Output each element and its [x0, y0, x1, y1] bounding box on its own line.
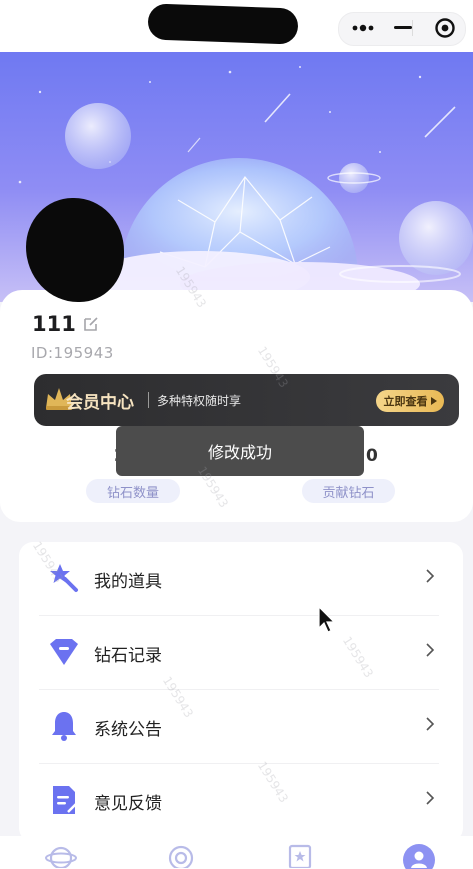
contributed-diamond-label[interactable]: 贡献钻石 [302, 479, 395, 503]
success-toast: 修改成功 [116, 426, 364, 476]
menu-item-my-props[interactable]: 我的道具 [19, 542, 463, 616]
contributed-diamond-value: 0 [366, 446, 378, 466]
diamond-count-label[interactable]: 钻石数量 [86, 479, 180, 503]
menu-label-feedback: 意见反馈 [94, 794, 162, 814]
menu-label-announcements: 系统公告 [94, 720, 162, 740]
tab-planet-icon[interactable] [44, 842, 78, 869]
magic-wand-icon [48, 562, 80, 594]
chevron-right-icon [425, 790, 435, 810]
feedback-document-icon [48, 784, 80, 816]
edit-name-icon[interactable] [82, 315, 100, 337]
vip-divider [148, 392, 149, 408]
menu-item-feedback[interactable]: 意见反馈 [19, 764, 463, 838]
vip-title: 会员中心 [66, 393, 134, 413]
tab-orbit-icon[interactable] [164, 842, 198, 869]
diamond-icon [48, 636, 80, 668]
more-icon[interactable] [346, 12, 380, 44]
vip-subtitle: 多种特权随时享 [157, 394, 242, 408]
vip-view-button[interactable]: 立即查看 [376, 390, 444, 412]
chevron-right-icon [425, 716, 435, 736]
user-id: ID:195943 [31, 344, 114, 362]
vip-view-label: 立即查看 [383, 395, 428, 408]
menu-item-diamond-records[interactable]: 钻石记录 [19, 616, 463, 690]
mouse-cursor-icon [318, 605, 338, 638]
menu-label-my-props: 我的道具 [94, 572, 162, 592]
minimize-icon[interactable] [386, 12, 420, 44]
username: 111 [32, 312, 76, 336]
menu-label-diamond-records: 钻石记录 [94, 646, 162, 666]
close-target-icon[interactable] [428, 12, 462, 44]
bell-icon [48, 710, 80, 742]
chevron-right-icon [425, 642, 435, 662]
menu-item-announcements[interactable]: 系统公告 [19, 690, 463, 764]
redacted-title [147, 3, 299, 45]
tab-profile-icon[interactable] [402, 842, 436, 869]
triangle-right-icon [430, 397, 437, 405]
capsule-divider [412, 20, 413, 36]
chevron-right-icon [425, 568, 435, 588]
tab-star-card-icon[interactable] [283, 842, 317, 869]
